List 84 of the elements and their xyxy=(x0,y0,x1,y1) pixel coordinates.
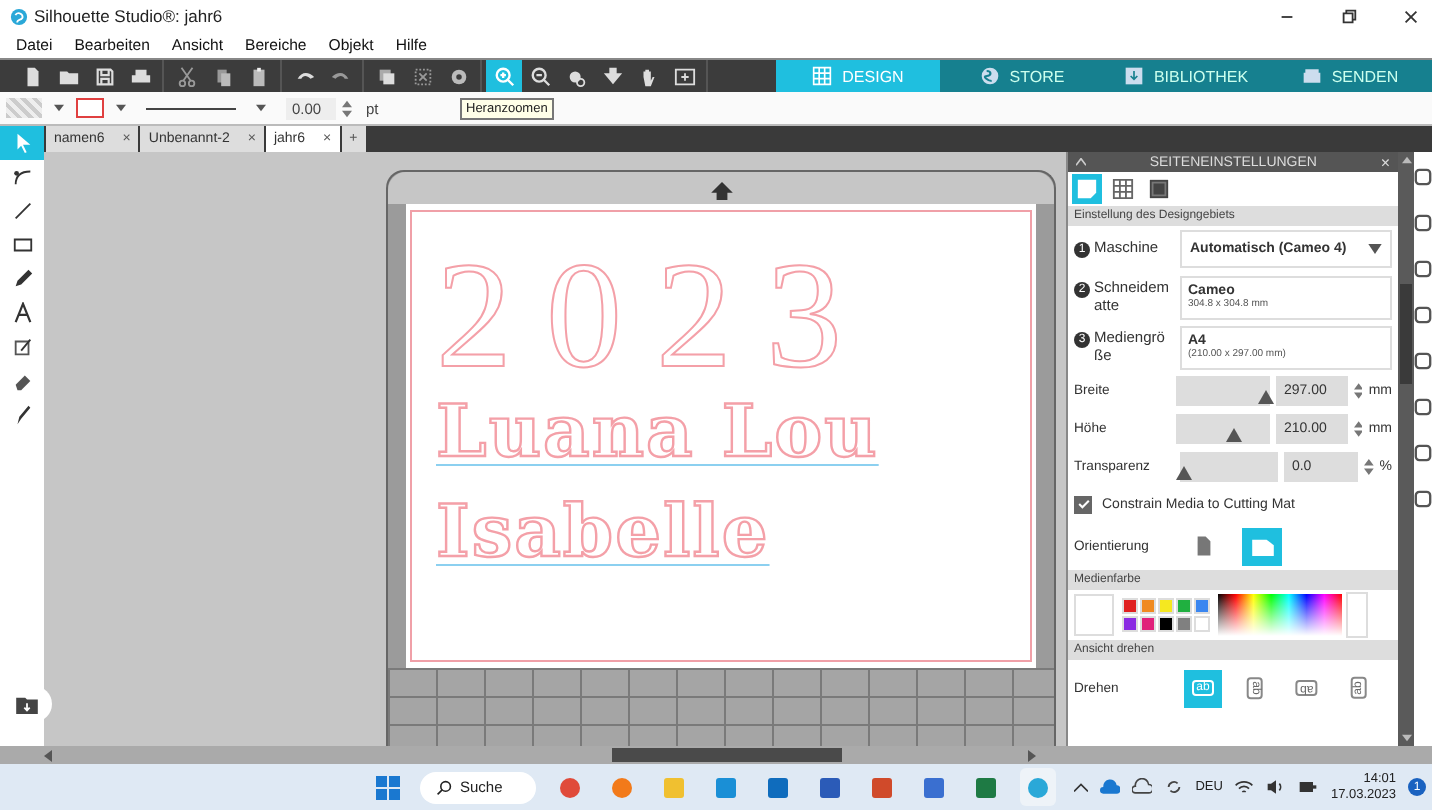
up-arrow-icon[interactable] xyxy=(709,181,733,199)
panel-tab[interactable] xyxy=(1144,174,1174,204)
color-swatch[interactable] xyxy=(1158,616,1174,632)
nav-tab[interactable]: BIBLIOTHEK xyxy=(1104,60,1268,92)
collapse-icon[interactable] xyxy=(1076,158,1086,166)
group-icon xyxy=(375,65,397,87)
spinner-arrows-icon[interactable] xyxy=(1363,458,1374,476)
zoom-in-icon xyxy=(493,65,515,87)
rectangle-icon xyxy=(11,234,33,256)
down-arrow-icon xyxy=(601,65,623,87)
caret-icon[interactable] xyxy=(54,104,64,112)
windows-start-icon[interactable] xyxy=(376,775,400,799)
color-preview-strip xyxy=(1346,592,1368,638)
slider-thumb[interactable] xyxy=(1226,428,1243,442)
close-icon[interactable] xyxy=(1402,7,1420,25)
text-tool-icon xyxy=(11,302,33,324)
slider-thumb[interactable] xyxy=(1175,466,1192,480)
save-icon xyxy=(93,65,115,87)
spinner-arrows-icon[interactable] xyxy=(1353,420,1363,438)
spinner-arrows-icon[interactable] xyxy=(1353,382,1363,400)
chevron-up-icon[interactable] xyxy=(1073,782,1088,792)
pencil-icon xyxy=(11,268,33,290)
landscape-page-icon xyxy=(1251,537,1273,555)
speaker-icon[interactable] xyxy=(1266,778,1287,796)
page-icon xyxy=(1076,178,1098,200)
battery-icon[interactable] xyxy=(1298,778,1319,796)
ungroup-icon xyxy=(411,65,433,87)
color-swatch[interactable] xyxy=(1122,598,1138,614)
add-page-icon xyxy=(673,65,695,87)
window-title: Silhouette Studio®: jahr6 xyxy=(34,6,223,26)
color-swatch[interactable] xyxy=(1140,598,1156,614)
color-spectrum-picker[interactable] xyxy=(1218,594,1342,636)
caret-icon xyxy=(1368,244,1382,254)
color-swatch[interactable] xyxy=(1194,598,1210,614)
color-swatch[interactable] xyxy=(1140,616,1156,632)
restore-icon[interactable] xyxy=(1340,7,1358,25)
download-box-icon xyxy=(1123,66,1144,86)
cloud-icon[interactable] xyxy=(1099,778,1120,796)
scrollbar-thumb[interactable] xyxy=(612,748,842,762)
checkmark-icon xyxy=(1075,496,1091,512)
scissors-icon xyxy=(175,65,197,87)
scrollbar-thumb[interactable] xyxy=(1400,284,1412,384)
scroll-down-icon[interactable] xyxy=(1401,734,1411,742)
color-swatch[interactable] xyxy=(1122,616,1138,632)
edit-icon xyxy=(11,336,33,358)
current-color-preview xyxy=(1074,594,1114,636)
slider-track[interactable] xyxy=(1176,376,1270,406)
line-color-swatch[interactable] xyxy=(76,98,104,118)
zoom-out-icon xyxy=(529,65,551,87)
scroll-up-icon[interactable] xyxy=(1401,156,1411,164)
color-swatch[interactable] xyxy=(1158,598,1174,614)
search-icon xyxy=(436,779,452,795)
folder-download-icon xyxy=(15,695,37,713)
border-icon xyxy=(1148,178,1170,200)
color-swatch[interactable] xyxy=(1176,598,1192,614)
line-icon xyxy=(11,200,33,222)
checkbox[interactable] xyxy=(1074,495,1092,513)
spinner-arrows-icon[interactable] xyxy=(342,99,352,117)
nav-tab[interactable]: SENDEN xyxy=(1268,60,1432,92)
slider-track[interactable] xyxy=(1180,452,1278,482)
cloud-icon[interactable] xyxy=(1131,778,1152,796)
line-style-selector[interactable] xyxy=(146,107,236,109)
sync-icon[interactable] xyxy=(1163,778,1184,796)
eraser-icon xyxy=(11,370,33,392)
color-swatch[interactable] xyxy=(1194,616,1210,632)
scroll-left-icon[interactable] xyxy=(44,749,52,761)
panel-close-button[interactable]: × xyxy=(1380,153,1390,171)
fill-pattern-swatch[interactable] xyxy=(6,98,42,118)
bezier-icon xyxy=(11,166,33,188)
nav-tab[interactable]: STORE xyxy=(940,60,1104,92)
printer-icon xyxy=(129,65,151,87)
wifi-icon[interactable] xyxy=(1234,778,1255,796)
grid-icon xyxy=(812,66,833,86)
compound-icon xyxy=(447,65,469,87)
caret-icon[interactable] xyxy=(116,104,126,112)
slider-thumb[interactable] xyxy=(1257,390,1274,404)
caret-icon[interactable] xyxy=(256,104,266,112)
portrait-page-icon xyxy=(1196,536,1212,556)
slider-track[interactable] xyxy=(1176,414,1270,444)
panel-tab[interactable] xyxy=(1108,174,1138,204)
scroll-right-icon[interactable] xyxy=(1028,749,1036,761)
color-swatch[interactable] xyxy=(1176,616,1192,632)
grid-icon xyxy=(1112,178,1134,200)
app-logo-icon xyxy=(10,7,28,25)
